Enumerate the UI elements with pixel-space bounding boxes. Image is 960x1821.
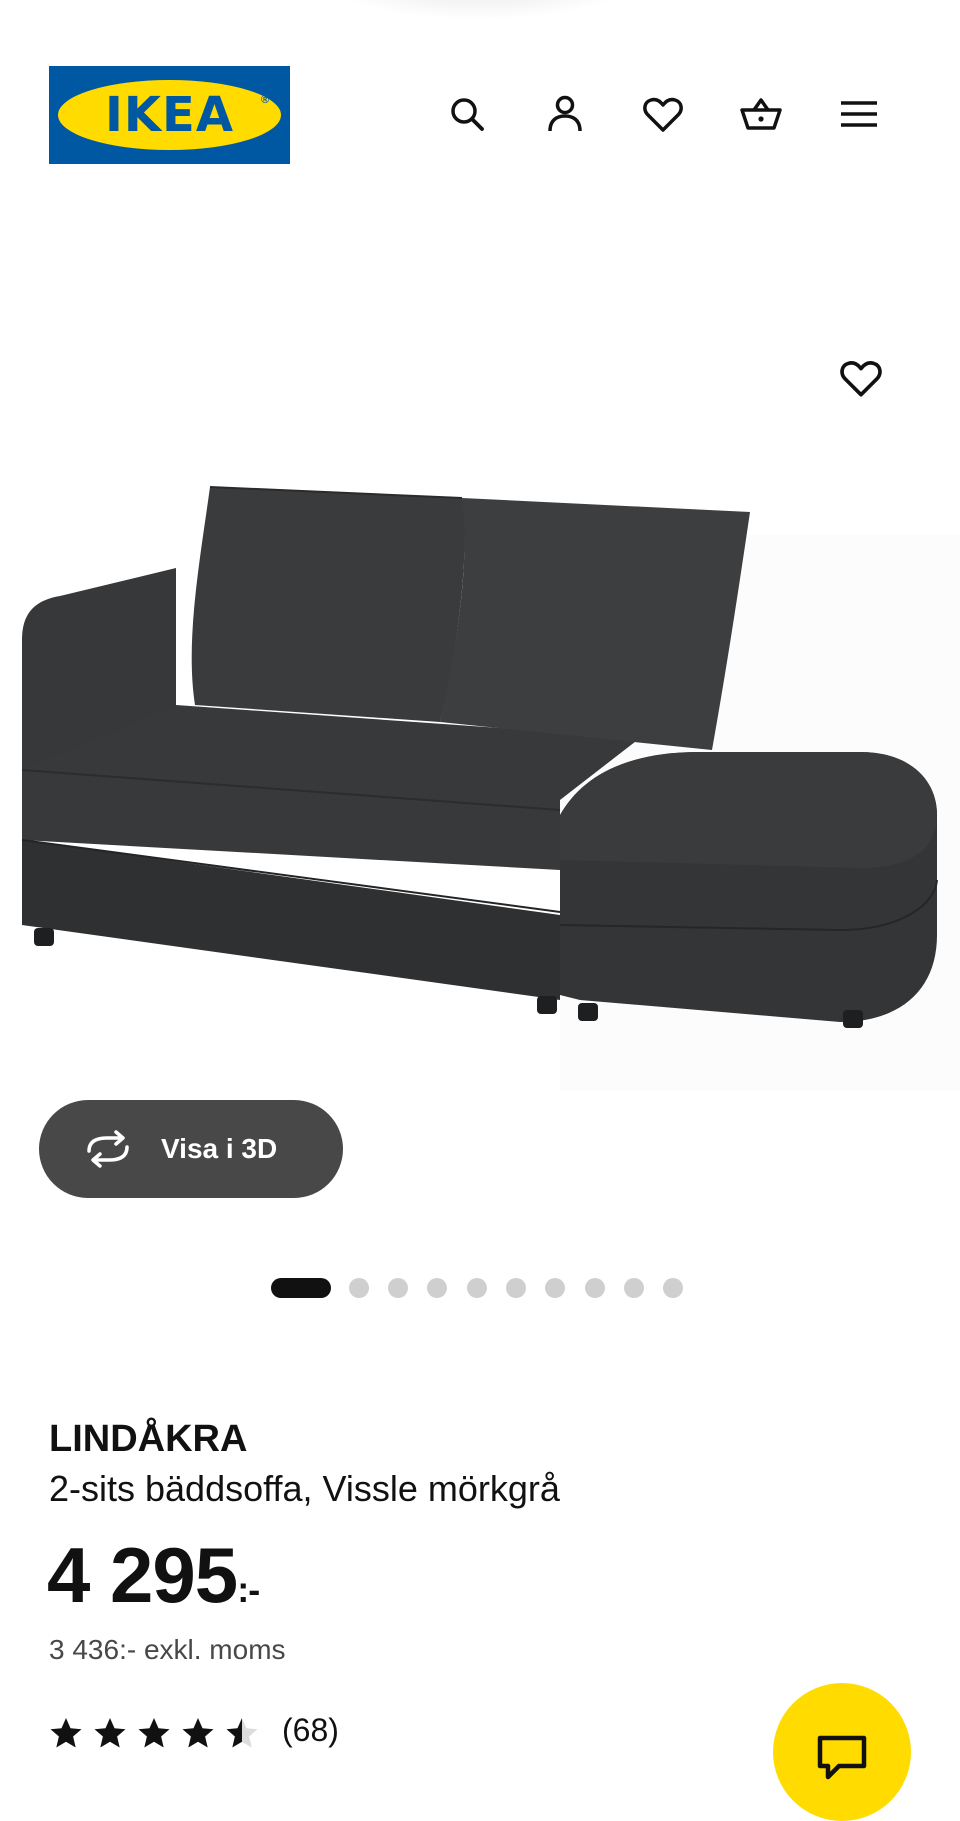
product-name: LINDÅKRA (49, 1418, 248, 1460)
carousel-dot[interactable] (663, 1278, 683, 1298)
site-header: IKEA ® (0, 0, 960, 200)
carousel-dot[interactable] (427, 1278, 447, 1298)
star-full-icon (94, 1718, 126, 1748)
carousel-dot-active[interactable] (271, 1278, 331, 1298)
price-excl-vat: 3 436:- exkl. moms (49, 1634, 286, 1665)
chat-button[interactable] (773, 1683, 911, 1821)
logo-registered-mark: ® (261, 94, 270, 106)
carousel-dot[interactable] (624, 1278, 644, 1298)
carousel-dot[interactable] (388, 1278, 408, 1298)
carousel-dot[interactable] (349, 1278, 369, 1298)
review-count[interactable]: (68) (282, 1712, 339, 1749)
ikea-logo[interactable]: IKEA ® (49, 66, 290, 164)
carousel-dot[interactable] (545, 1278, 565, 1298)
view-in-3d-button[interactable]: Visa i 3D (39, 1100, 343, 1198)
star-full-icon (182, 1718, 214, 1748)
chat-icon (817, 1735, 867, 1780)
price-suffix: :- (237, 1569, 260, 1610)
search-icon[interactable] (443, 90, 491, 138)
image-carousel-indicator (0, 1276, 960, 1298)
product-image[interactable] (0, 200, 960, 1100)
basket-icon[interactable] (737, 90, 785, 138)
rotate-3d-icon (81, 1129, 135, 1169)
price-amount: 4 295 (47, 1531, 238, 1619)
view-in-3d-label: Visa i 3D (161, 1133, 278, 1164)
star-full-icon (138, 1718, 170, 1748)
favourites-icon[interactable] (639, 90, 687, 138)
add-to-favourites-icon[interactable] (833, 350, 889, 406)
product-description: 2-sits bäddsoffa, Vissle mörkgrå (49, 1468, 560, 1509)
account-icon[interactable] (541, 90, 589, 138)
carousel-dot[interactable] (506, 1278, 526, 1298)
logo-text: IKEA (105, 87, 234, 143)
product-price: 4 295:- (47, 1530, 260, 1621)
star-half-icon (226, 1718, 258, 1748)
carousel-dot[interactable] (585, 1278, 605, 1298)
rating-stars[interactable] (49, 1713, 269, 1753)
carousel-dot[interactable] (467, 1278, 487, 1298)
menu-icon[interactable] (835, 90, 883, 138)
star-full-icon (50, 1718, 82, 1748)
